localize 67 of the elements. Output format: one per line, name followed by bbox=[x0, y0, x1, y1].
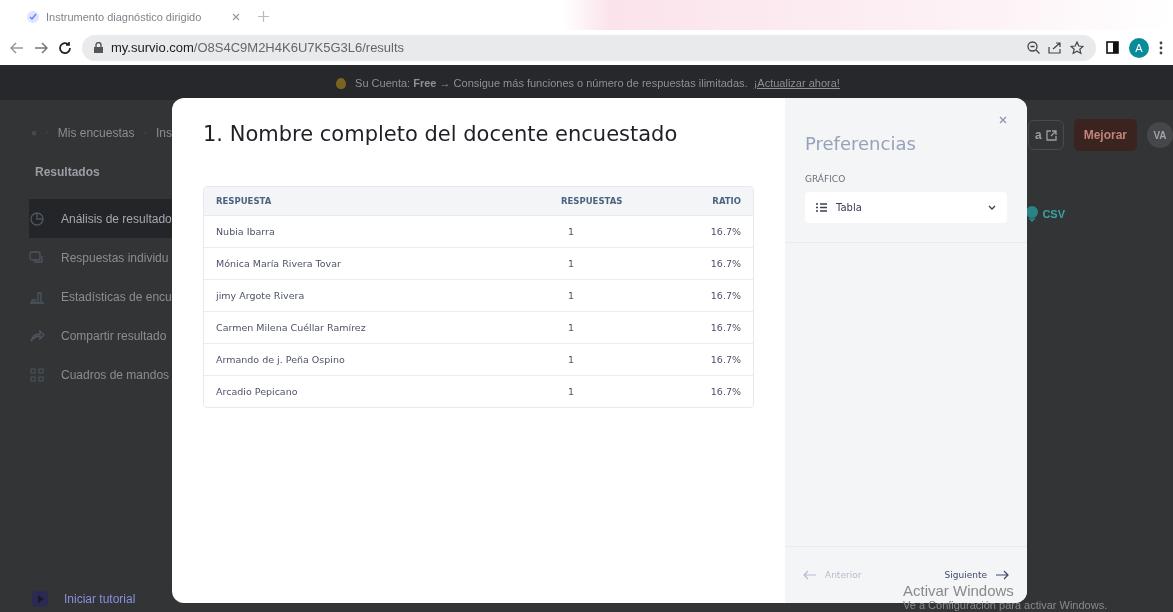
table-cell-text: 1 bbox=[567, 258, 576, 269]
menu-icon[interactable] bbox=[1159, 40, 1163, 55]
panel-title: Preferencias bbox=[805, 133, 917, 154]
sidebar-icon bbox=[29, 366, 45, 383]
sidebar-icon bbox=[29, 210, 45, 227]
table-cell-text: 16.7% bbox=[709, 258, 741, 269]
upgrade-link[interactable]: ¡Actualizar ahora! bbox=[753, 76, 840, 89]
table-cell-text: Carmen Milena Cuéllar Ramírez bbox=[216, 322, 367, 333]
sidebar-icon bbox=[29, 327, 45, 344]
column-header: RESPUESTA bbox=[216, 196, 273, 206]
address-bar[interactable]: my.survio.com/O8S4C9M2H4K6U7K5G3L6/results bbox=[82, 34, 1096, 61]
share-icon[interactable] bbox=[1048, 41, 1062, 54]
table-cell-text: 1 bbox=[567, 354, 576, 365]
lock-icon bbox=[94, 42, 103, 53]
zoom-out-icon[interactable] bbox=[1027, 41, 1040, 54]
upgrade-button[interactable]: Mejorar bbox=[1073, 119, 1137, 151]
table-cell-text: 1 bbox=[567, 386, 576, 397]
table-cell-text: 1 bbox=[567, 322, 576, 333]
table-cell-text: 1 bbox=[567, 290, 576, 301]
star-icon[interactable] bbox=[1070, 40, 1084, 55]
table-cell-text: jimy Argote Rivera bbox=[216, 290, 306, 301]
tutorial-link[interactable]: Iniciar tutorial bbox=[32, 586, 172, 612]
breadcrumb-item[interactable]: Ins bbox=[156, 125, 172, 140]
reload-icon[interactable] bbox=[58, 40, 72, 55]
activation-title: Activar Windows bbox=[903, 583, 1014, 599]
play-icon bbox=[32, 591, 48, 607]
list-icon bbox=[816, 203, 827, 212]
table-cell-text: 16.7% bbox=[709, 354, 741, 365]
external-link-icon bbox=[1045, 129, 1057, 141]
chart-type-dropdown[interactable]: Tabla bbox=[805, 192, 1007, 223]
sidebar-item[interactable]: Análisis de resultado bbox=[29, 199, 172, 238]
forward-icon[interactable] bbox=[34, 41, 48, 54]
table-cell-text: Armando de j. Peña Ospino bbox=[216, 354, 346, 365]
table-cell-text: 16.7% bbox=[709, 226, 741, 237]
section-heading: Resultados bbox=[35, 165, 101, 179]
table-cell-text: 16.7% bbox=[709, 290, 741, 301]
sidebar-item[interactable]: Respuestas individu bbox=[29, 238, 172, 277]
table-cell-text: 16.7% bbox=[709, 386, 741, 397]
table-cell-text: 16.7% bbox=[709, 322, 741, 333]
breadcrumb-link[interactable]: Mis encuestas bbox=[57, 125, 135, 140]
arrow-right-icon bbox=[995, 570, 1009, 580]
column-header: RATIO bbox=[711, 196, 741, 206]
sidebar-item[interactable]: Estadísticas de encu bbox=[29, 277, 172, 316]
table-cell-text: Arcadio Pepicano bbox=[216, 386, 299, 397]
back-icon[interactable] bbox=[10, 41, 24, 54]
question-title: 1. Nombre completo del docente encuestado bbox=[203, 122, 679, 146]
sidebar-item[interactable]: Compartir resultado bbox=[29, 316, 172, 355]
close-icon[interactable] bbox=[232, 13, 240, 21]
profile-avatar[interactable]: A bbox=[1129, 37, 1149, 58]
sidebar-icon bbox=[29, 249, 45, 266]
tab-title: Instrumento diagnóstico dirigido bbox=[46, 11, 203, 23]
table-cell-text: Mónica María Rivera Tovar bbox=[216, 258, 342, 269]
table-cell-text: Nubia Ibarra bbox=[216, 226, 276, 237]
next-button[interactable]: Siguiente bbox=[944, 570, 1009, 580]
close-button[interactable] bbox=[999, 116, 1007, 124]
table-cell-text: 1 bbox=[567, 226, 576, 237]
field-label: GRÁFICO bbox=[805, 174, 847, 184]
csv-export[interactable]: CSV bbox=[1026, 206, 1065, 222]
column-header: RESPUESTAS bbox=[561, 196, 624, 206]
banner-text: Su Cuenta: Free → Consigue más funciones o número de respuestas ilimitadas. bbox=[355, 76, 748, 89]
url-text: my.survio.com/O8S4C9M2H4K6U7K5G3L6/results bbox=[111, 40, 405, 55]
chevron-down-icon bbox=[988, 205, 996, 210]
sidebar-item[interactable]: Cuadros de mandos bbox=[29, 355, 172, 394]
download-icon bbox=[1026, 206, 1039, 222]
arrow-left-icon bbox=[803, 570, 817, 580]
user-avatar[interactable]: VA bbox=[1147, 122, 1173, 148]
side-panel-icon[interactable] bbox=[1106, 41, 1119, 54]
